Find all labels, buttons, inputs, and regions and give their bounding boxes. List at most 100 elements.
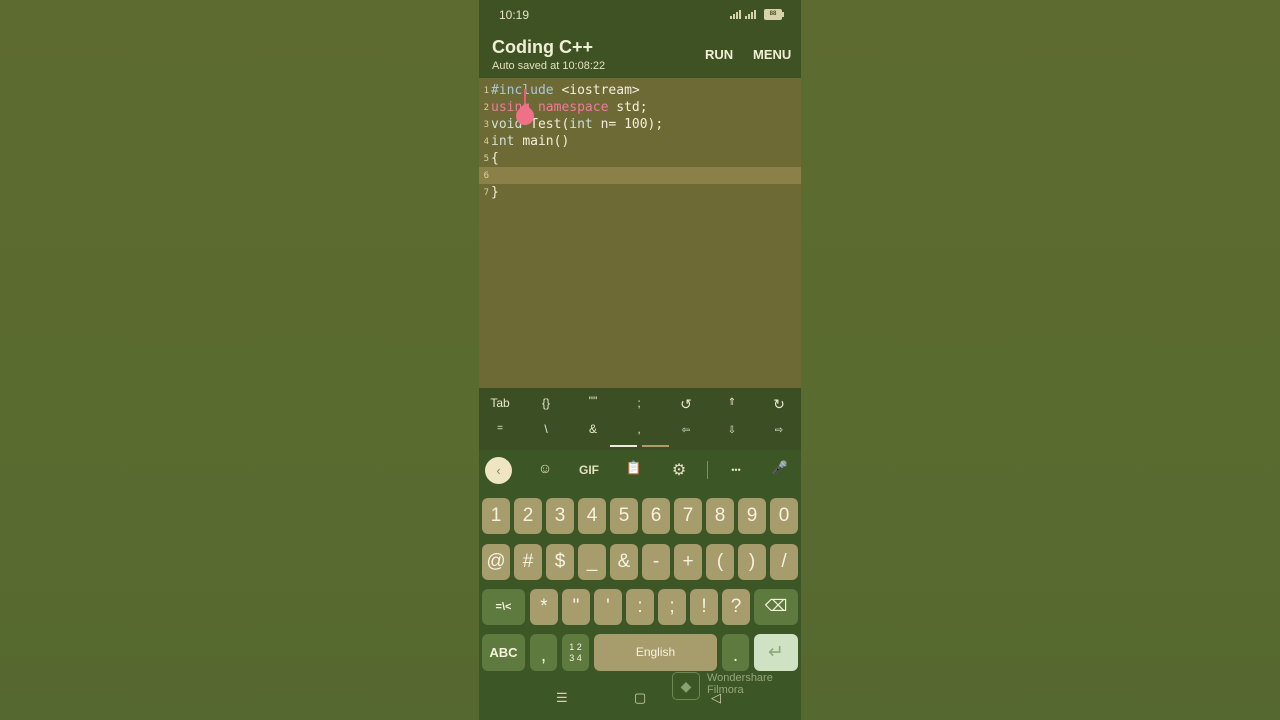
line-number: 2 [483,103,489,113]
symbol-tab[interactable]: Tab [480,396,520,410]
phone-screen: 10:19 88 Coding C++ Auto saved at 10:08:… [479,0,801,720]
symbol-semicolon[interactable]: ; [619,396,659,410]
code-text: using namespace std; [491,100,648,115]
number-key[interactable]: 3 [546,498,574,534]
number-key[interactable]: 7 [674,498,702,534]
symbol-key[interactable]: ( [706,544,734,580]
arrow-left-icon[interactable]: ⇦ [666,425,706,436]
line-number: 7 [483,188,489,198]
number-key[interactable]: 8 [706,498,734,534]
line-number: 6 [483,171,489,181]
symbol-braces[interactable]: {} [526,396,566,410]
arrow-right-icon[interactable]: ⇨ [759,425,799,436]
symbol-key[interactable]: ) [738,544,766,580]
code-line[interactable]: 1 #include <iostream> [479,82,801,99]
symbol-key[interactable]: " [562,589,590,625]
symbol-key[interactable]: _ [578,544,606,580]
page-indicator-active [610,445,637,447]
run-button[interactable]: RUN [705,47,733,62]
code-token: #include [491,83,562,98]
number-key[interactable]: 2 [514,498,542,534]
code-token: main() [522,134,570,149]
number-key[interactable]: 5 [610,498,638,534]
symbol-key[interactable]: # [514,544,542,580]
toolbar-divider [707,461,708,479]
line-number: 5 [483,154,489,164]
arrow-down-icon[interactable]: ⇩ [712,425,752,436]
arrow-up-icon[interactable]: ⇑ [712,397,752,408]
menu-button[interactable]: MENU [753,47,791,62]
symbol-key[interactable]: * [530,589,558,625]
code-token: std; [616,100,648,115]
code-text: { [491,151,499,166]
watermark-line1: Wondershare [707,672,773,684]
back-icon[interactable]: ◁ [711,690,721,706]
abc-key[interactable]: ABC [482,634,525,671]
line-number: 3 [483,120,489,130]
home-icon[interactable]: ▢ [634,690,646,706]
app-title: Coding C++ [492,37,594,57]
code-line[interactable]: 6 [479,167,801,184]
battery-icon: 88 [764,9,784,20]
signal-icon [745,10,756,19]
symbol-key[interactable]: + [674,544,702,580]
symbol-key[interactable]: ? [722,589,750,625]
code-token: Test( [530,117,570,132]
code-text: #include <iostream> [491,83,640,98]
number-key[interactable]: 0 [770,498,798,534]
symbol-key[interactable]: ! [690,589,718,625]
more-icon[interactable]: ••• [722,465,750,487]
code-token: int [491,134,523,149]
filmora-logo: ◆ [672,672,700,700]
numpad-key-top: 1 2 [569,642,582,652]
redo-icon[interactable]: ↻ [759,396,799,413]
symbol-key[interactable]: : [626,589,654,625]
code-token: } [491,185,499,200]
number-key[interactable]: 9 [738,498,766,534]
comma-key[interactable]: , [530,634,557,671]
numpad-key-bottom: 3 4 [569,653,582,663]
symbol-key[interactable]: ; [658,589,686,625]
code-line[interactable]: 4 int main() [479,133,801,150]
numpad-key[interactable]: 1 2 3 4 [562,634,589,671]
settings-icon[interactable]: ⚙ [668,460,690,482]
clipboard-icon[interactable]: 📋 [624,460,644,482]
code-line[interactable]: 5{ [479,150,801,167]
space-key[interactable]: English [594,634,717,671]
code-token: namespace [537,100,617,115]
undo-icon[interactable]: ↺ [666,396,706,413]
period-key[interactable]: . [722,634,749,671]
symbol-toggle-key[interactable]: =\< [482,589,525,625]
symbol-comma[interactable]: , [619,422,659,436]
symbol-backslash[interactable]: \ [526,422,566,436]
code-token: <iostream> [561,83,640,98]
status-bar: 10:19 88 [479,0,801,30]
code-token: { [491,151,499,166]
symbol-bar: Tab {} "" ; ↺ ⇑ ↻ = \ & , ⇦ ⇩ ⇨ [479,388,801,450]
symbol-key[interactable]: & [610,544,638,580]
symbol-key[interactable]: ' [594,589,622,625]
symbol-ampersand[interactable]: & [573,422,613,436]
page-indicator [642,445,669,447]
symbol-key[interactable]: @ [482,544,510,580]
keyboard-back-icon[interactable]: ‹ [485,457,512,484]
autosave-status: Auto saved at 10:08:22 [492,60,606,72]
recent-apps-icon[interactable]: ☰ [556,690,568,706]
enter-key[interactable]: ↵ [754,634,798,671]
code-line[interactable]: 7} [479,184,801,201]
line-number: 1 [483,86,489,96]
backspace-key[interactable]: ⌫ [754,589,798,625]
sticker-icon[interactable]: ☺ [534,460,556,482]
symbol-key[interactable]: - [642,544,670,580]
number-key[interactable]: 1 [482,498,510,534]
symbol-key[interactable]: / [770,544,798,580]
app-bar: Coding C++ Auto saved at 10:08:22 RUN ME… [479,30,801,78]
number-key[interactable]: 4 [578,498,606,534]
symbol-quotes[interactable]: "" [573,394,613,408]
code-text: int main() [491,134,569,149]
mic-icon[interactable]: 🎤 [770,460,790,482]
gif-button[interactable]: GIF [575,463,603,485]
symbol-equals[interactable]: = [480,423,520,434]
number-key[interactable]: 6 [642,498,670,534]
symbol-key[interactable]: $ [546,544,574,580]
